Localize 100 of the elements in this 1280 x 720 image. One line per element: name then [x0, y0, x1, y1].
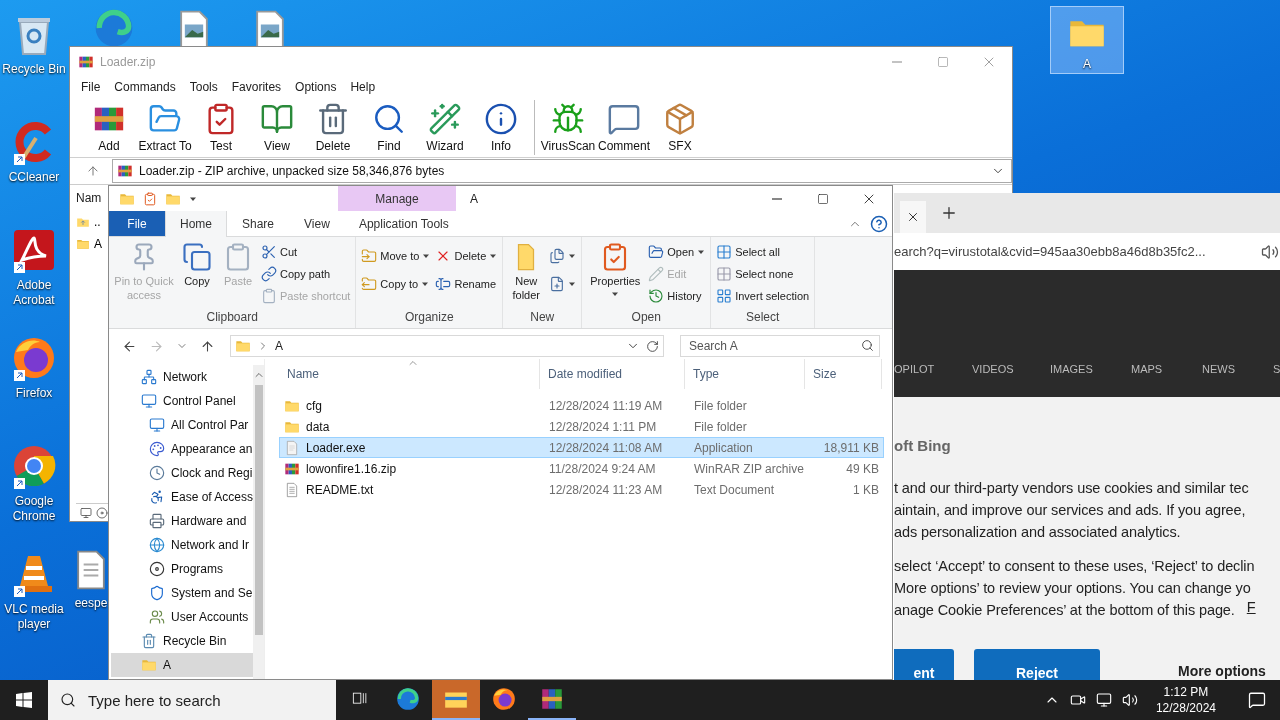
file-name[interactable]: ..: [94, 215, 101, 229]
nav-item[interactable]: Network and Ir: [111, 533, 254, 557]
desktop-icon-label[interactable]: Google Chrome: [1, 494, 67, 524]
consent-button[interactable]: More options: [1178, 649, 1266, 680]
file-row[interactable]: README.txt 12/28/2024 11:23 AM Text Document 1 KB: [279, 479, 884, 500]
speech-bubble-icon: [607, 102, 641, 136]
file-name: README.txt: [306, 482, 374, 497]
desktop-icon-label[interactable]: VLC media player: [1, 602, 67, 632]
scroll-bar[interactable]: [253, 365, 266, 679]
column-header[interactable]: Date modified: [540, 359, 685, 389]
ribbon-button[interactable]: Select none: [714, 264, 812, 284]
address-field[interactable]: A: [230, 335, 664, 357]
desktop-icon-label[interactable]: Firefox: [15, 386, 53, 401]
ribbon-tab[interactable]: Home: [165, 211, 227, 237]
ribbon-button[interactable]: Properties: [585, 240, 646, 310]
menu-item[interactable]: File: [74, 80, 108, 94]
taskbar-search-field[interactable]: Type here to search: [48, 680, 336, 720]
clock[interactable]: 1:12 PM 12/28/2024: [1147, 684, 1224, 716]
file-name[interactable]: A: [94, 237, 102, 251]
desktop-icon-label[interactable]: Adobe Acrobat: [1, 278, 67, 308]
ribbon-button[interactable]: Delete: [433, 246, 500, 266]
nav-item[interactable]: Control Panel: [111, 389, 254, 413]
consent-button[interactable]: Reject: [974, 649, 1100, 680]
column-header[interactable]: Size: [805, 359, 882, 389]
menu-item[interactable]: Favorites: [224, 80, 289, 94]
control-panel-icon: [141, 393, 157, 409]
ribbon-button[interactable]: Cut: [259, 242, 353, 262]
nav-item[interactable]: User Accounts: [111, 605, 254, 629]
ribbon-tab[interactable]: View: [289, 211, 345, 236]
ribbon-button[interactable]: Open: [646, 242, 708, 262]
refresh-icon: [646, 339, 659, 353]
ribbon-button[interactable]: Select all: [714, 242, 812, 262]
date-cell-text: 11/28/2024 9:24 AM: [548, 461, 657, 476]
nav-link[interactable]: MAPS: [1131, 363, 1202, 375]
desktop-icon-label[interactable]: eespe: [74, 596, 108, 611]
address-text[interactable]: earch?q=virustotal&cvid=945aa30ebb8a46d8b35fc2...: [894, 244, 1206, 259]
date-cell-text: 12/28/2024 1:11 PM: [548, 419, 658, 434]
toolbar-button[interactable]: Info: [474, 100, 528, 155]
column-header[interactable]: Name: [279, 359, 540, 389]
privacy-link[interactable]: F: [1246, 599, 1256, 621]
toolbar-button[interactable]: View: [250, 100, 304, 155]
toolbar-button[interactable]: Delete: [306, 100, 360, 155]
properties-icon: [143, 191, 157, 206]
menu-item[interactable]: Tools: [182, 80, 225, 94]
file-row[interactable]: lowonfire1.16.zip 11/28/2024 9:24 AM WinRAR ZIP archive 49 KB: [279, 458, 884, 479]
ribbon-button[interactable]: Invert selection: [714, 286, 812, 306]
ribbon-tab[interactable]: File: [109, 211, 165, 236]
toolbar-button[interactable]: Comment: [597, 100, 651, 155]
package-icon: [663, 102, 697, 136]
nav-item[interactable]: All Control Par: [111, 413, 254, 437]
caret-icon: [489, 252, 498, 260]
nav-link[interactable]: IMAGES: [1050, 363, 1131, 375]
toolbar-button[interactable]: Find: [362, 100, 416, 155]
consent-button[interactable]: ent: [894, 649, 954, 680]
toolbar-button[interactable]: Extract To: [138, 100, 192, 155]
file-row[interactable]: data 12/28/2024 1:11 PM File folder: [279, 416, 884, 437]
nav-link[interactable]: VIDEOS: [972, 363, 1050, 375]
desktop-icon-label[interactable]: CCleaner: [8, 170, 60, 185]
toolbar-button[interactable]: Test: [194, 100, 248, 155]
nav-item[interactable]: A: [111, 653, 254, 677]
disc-icon: [96, 506, 108, 519]
toolbar-button[interactable]: SFX: [653, 100, 707, 155]
nav-item[interactable]: Ease of Access: [111, 485, 254, 509]
nav-item[interactable]: Hardware and: [111, 509, 254, 533]
read-aloud-icon: [1261, 242, 1279, 261]
new-tab-icon: [940, 204, 958, 222]
ribbon-button[interactable]: Move to: [359, 246, 433, 266]
menu-item[interactable]: Options: [288, 80, 344, 94]
ribbon-button[interactable]: Rename: [433, 274, 500, 294]
nav-item[interactable]: Appearance an: [111, 437, 254, 461]
menu-item[interactable]: Help: [343, 80, 383, 94]
toolbar-button[interactable]: VirusScan: [541, 100, 595, 155]
nav-link[interactable]: S: [1273, 363, 1280, 375]
ribbon-button[interactable]: History: [646, 286, 708, 306]
ribbon-button[interactable]: Copy path: [259, 264, 353, 284]
nav-link[interactable]: NEWS: [1202, 363, 1273, 375]
text-document-icon: [284, 481, 300, 498]
file-row[interactable]: Loader.exe 12/28/2024 11:08 AM Application 18,911 KB: [279, 437, 884, 458]
nav-item[interactable]: Recycle Bin: [111, 629, 254, 653]
nav-item[interactable]: Programs: [111, 557, 254, 581]
column-header[interactable]: Nam: [76, 191, 102, 209]
caret-icon: [421, 280, 430, 288]
search-field[interactable]: Search A: [680, 335, 880, 357]
toolbar-button[interactable]: Add: [82, 100, 136, 155]
type-cell-text: Application: [693, 440, 754, 455]
maximize-icon: [937, 55, 949, 68]
nav-item[interactable]: Clock and Regi: [111, 461, 254, 485]
nav-link[interactable]: OPILOT: [894, 363, 972, 375]
nav-item[interactable]: Network: [111, 365, 254, 389]
column-header[interactable]: Type: [685, 359, 805, 389]
group-label: New: [529, 310, 556, 326]
file-row[interactable]: cfg 12/28/2024 11:19 AM File folder: [279, 395, 884, 416]
ribbon-button[interactable]: Copy: [177, 240, 217, 310]
menu-item[interactable]: Commands: [107, 80, 183, 94]
nav-item[interactable]: System and Se: [111, 581, 254, 605]
toolbar-button[interactable]: Wizard: [418, 100, 472, 155]
ribbon-tab[interactable]: Share: [227, 211, 290, 236]
ribbon-button[interactable]: Copy to: [359, 274, 433, 294]
ribbon-button[interactable]: New folder: [506, 240, 547, 310]
path-field[interactable]: Loader.zip - ZIP archive, unpacked size 58,346,876 bytes: [112, 159, 1012, 183]
